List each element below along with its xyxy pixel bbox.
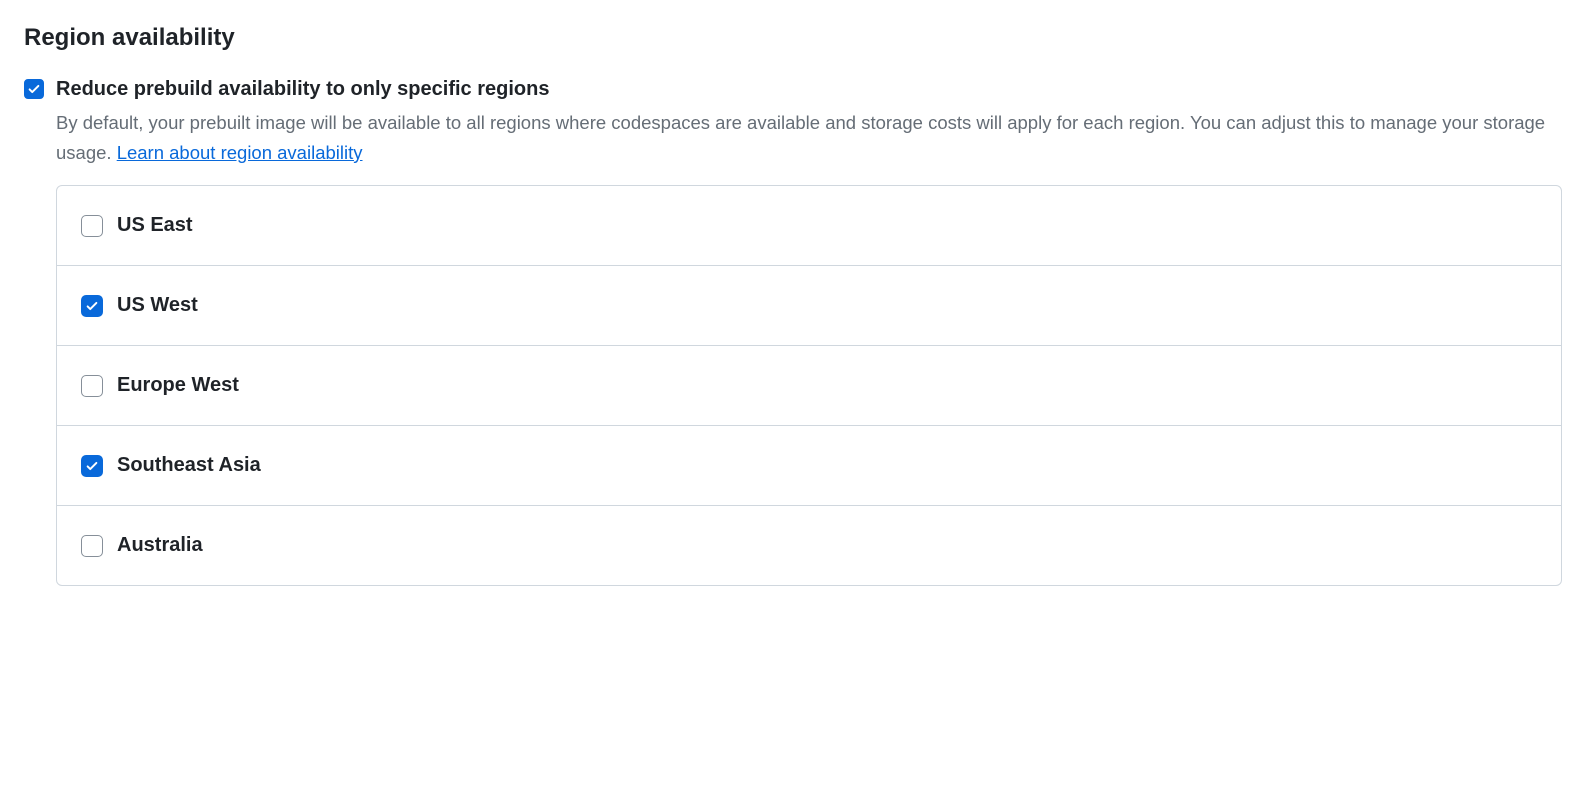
region-label: US East — [117, 214, 193, 237]
check-icon — [85, 299, 99, 313]
region-checkbox-australia[interactable] — [81, 535, 103, 557]
reduce-prebuild-description: By default, your prebuilt image will be … — [56, 108, 1562, 167]
option-content: Reduce prebuild availability to only spe… — [56, 76, 1562, 167]
region-label: Europe West — [117, 374, 239, 397]
section-title: Region availability — [24, 24, 1562, 52]
region-item-southeast-asia[interactable]: Southeast Asia — [57, 426, 1561, 506]
region-label: Southeast Asia — [117, 454, 261, 477]
region-item-us-east[interactable]: US East — [57, 186, 1561, 266]
region-label: Australia — [117, 534, 203, 557]
reduce-prebuild-checkbox[interactable] — [24, 79, 44, 99]
learn-about-region-link[interactable]: Learn about region availability — [117, 142, 363, 163]
region-checkbox-southeast-asia[interactable] — [81, 455, 103, 477]
reduce-prebuild-label: Reduce prebuild availability to only spe… — [56, 76, 1562, 102]
region-checkbox-us-west[interactable] — [81, 295, 103, 317]
region-item-us-west[interactable]: US West — [57, 266, 1561, 346]
region-item-europe-west[interactable]: Europe West — [57, 346, 1561, 426]
region-checkbox-us-east[interactable] — [81, 215, 103, 237]
region-list: US East US West Europe West Southeast As… — [56, 185, 1562, 586]
reduce-prebuild-option: Reduce prebuild availability to only spe… — [24, 76, 1562, 167]
check-icon — [85, 459, 99, 473]
region-item-australia[interactable]: Australia — [57, 506, 1561, 585]
region-label: US West — [117, 294, 198, 317]
region-checkbox-europe-west[interactable] — [81, 375, 103, 397]
check-icon — [27, 82, 41, 96]
